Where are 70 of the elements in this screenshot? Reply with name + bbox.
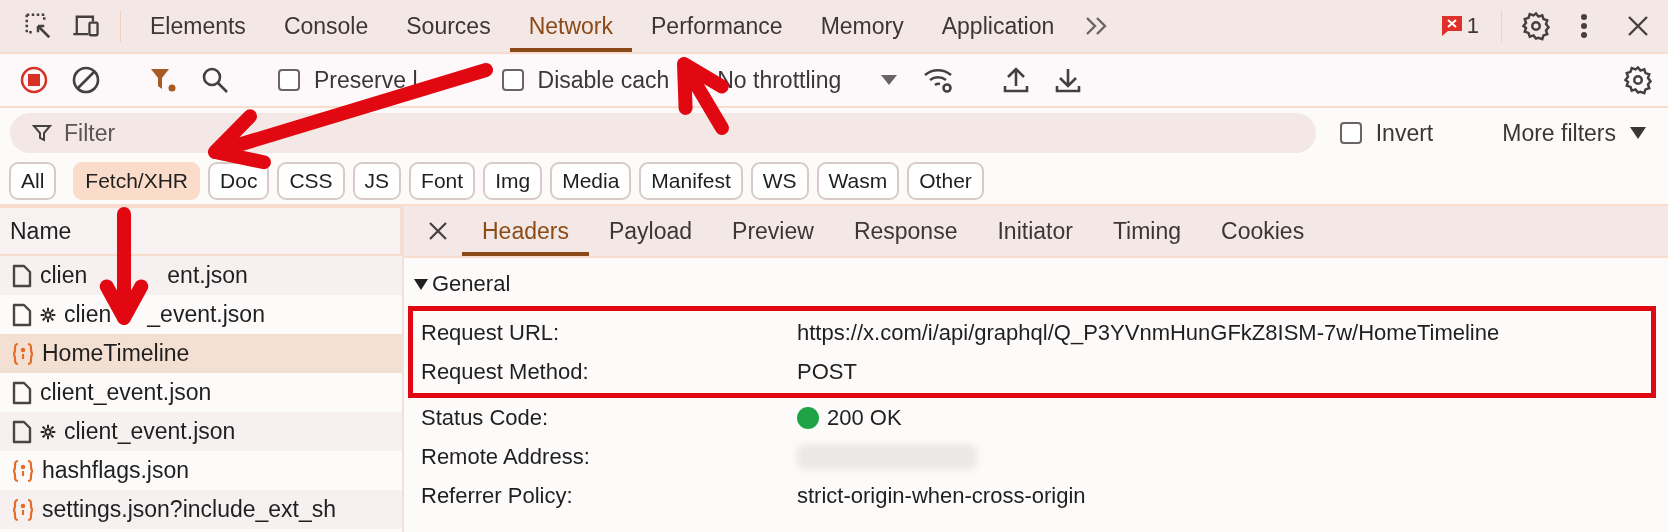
details-tab[interactable]: Preview [712,206,834,256]
braces-icon [12,458,34,483]
panel-tab[interactable]: Performance [632,0,802,52]
braces-icon [12,341,34,366]
request-name: ent.json [167,262,248,289]
type-filter-chip[interactable]: Font [409,162,476,200]
details-tab[interactable]: Headers [462,206,589,256]
type-filter-chip[interactable]: Fetch/XHR [73,162,201,200]
type-filter-chip[interactable]: JS [352,162,402,200]
panel-tab[interactable]: Memory [801,0,923,52]
column-header: Name [0,206,402,256]
braces-icon [12,497,34,522]
document-icon [12,302,32,327]
type-filter-chip[interactable]: Other [907,162,984,200]
type-filter-chip[interactable]: Doc [208,162,270,200]
header-value: https://x.com/i/api/graphql/Q_P3YVnmHunGFkZ8ISM-7w/HomeTimeline [797,319,1500,346]
dropdown-arrow-icon [1630,127,1646,139]
header-name: Request Method: [421,358,590,385]
filter-placeholder: Filter [64,119,116,147]
header-value: 200 OK [827,404,902,431]
details-tab[interactable]: Cookies [1201,206,1325,256]
request-name: clien [64,301,112,328]
details-tab[interactable]: Payload [588,206,713,256]
header-name: Remote Address: [421,443,591,470]
details-tab[interactable]: Response [833,206,978,256]
settings-icon[interactable] [1521,11,1551,41]
settings-icon[interactable] [1623,65,1653,95]
type-filter-chip[interactable]: Wasm [816,162,900,200]
section-title: General [432,271,511,297]
panel-tab[interactable]: Elements [131,0,265,52]
document-icon [12,380,32,405]
type-filter-chip[interactable]: Media [550,162,632,200]
type-filter-chip[interactable]: CSS [277,162,345,200]
dropdown-arrow-icon [881,75,898,85]
type-filter-chip[interactable]: Manifest [639,162,743,200]
details-tab[interactable]: Timing [1092,206,1202,256]
filter-field[interactable]: Filter [10,113,1316,153]
header-value: strict-origin-when-cross-origin [797,482,1086,509]
filter-icon [32,123,52,143]
type-filter-chip[interactable]: All [9,162,57,200]
request-row[interactable]: clien ent.json [0,256,402,295]
header-value: POST [797,358,857,385]
document-icon [12,419,32,444]
panel-tab[interactable]: Application [922,0,1074,52]
request-row[interactable]: HomeTimeline [0,334,402,373]
request-name: hashflags.json [42,457,190,484]
panel-tab[interactable]: Console [264,0,388,52]
request-name: settings.json?include_ext_sh [42,496,337,523]
request-name: _event.json [147,301,265,328]
invert-checkbox[interactable]: Invert [1329,119,1444,147]
header-name: Request URL: [421,319,561,346]
panel-tab[interactable]: Network [509,0,632,52]
details-tab[interactable]: Initiator [977,206,1093,256]
header-name: Referrer Policy: [421,482,574,509]
request-row[interactable]: client_event.json [0,412,402,451]
issue-count: 1 [1466,13,1479,39]
type-filter-chip[interactable]: Img [483,162,543,200]
more-filters-dropdown[interactable]: More filters [1472,119,1658,147]
request-name: clien [40,262,88,289]
panel-tab[interactable]: Sources [387,0,510,52]
request-name: client_event.json [64,418,236,445]
disclosure-triangle-icon[interactable] [414,277,428,291]
request-name: HomeTimeline [42,340,190,367]
type-filter-chip[interactable]: WS [750,162,809,200]
request-row[interactable]: settings.json?include_ext_sh [0,490,402,529]
header-name: Status Code: [421,404,550,431]
error-icon[interactable] [1440,15,1463,37]
checkbox[interactable]: Disable cach [491,66,680,94]
request-name: client_event.json [40,379,212,406]
document-icon [12,263,32,288]
